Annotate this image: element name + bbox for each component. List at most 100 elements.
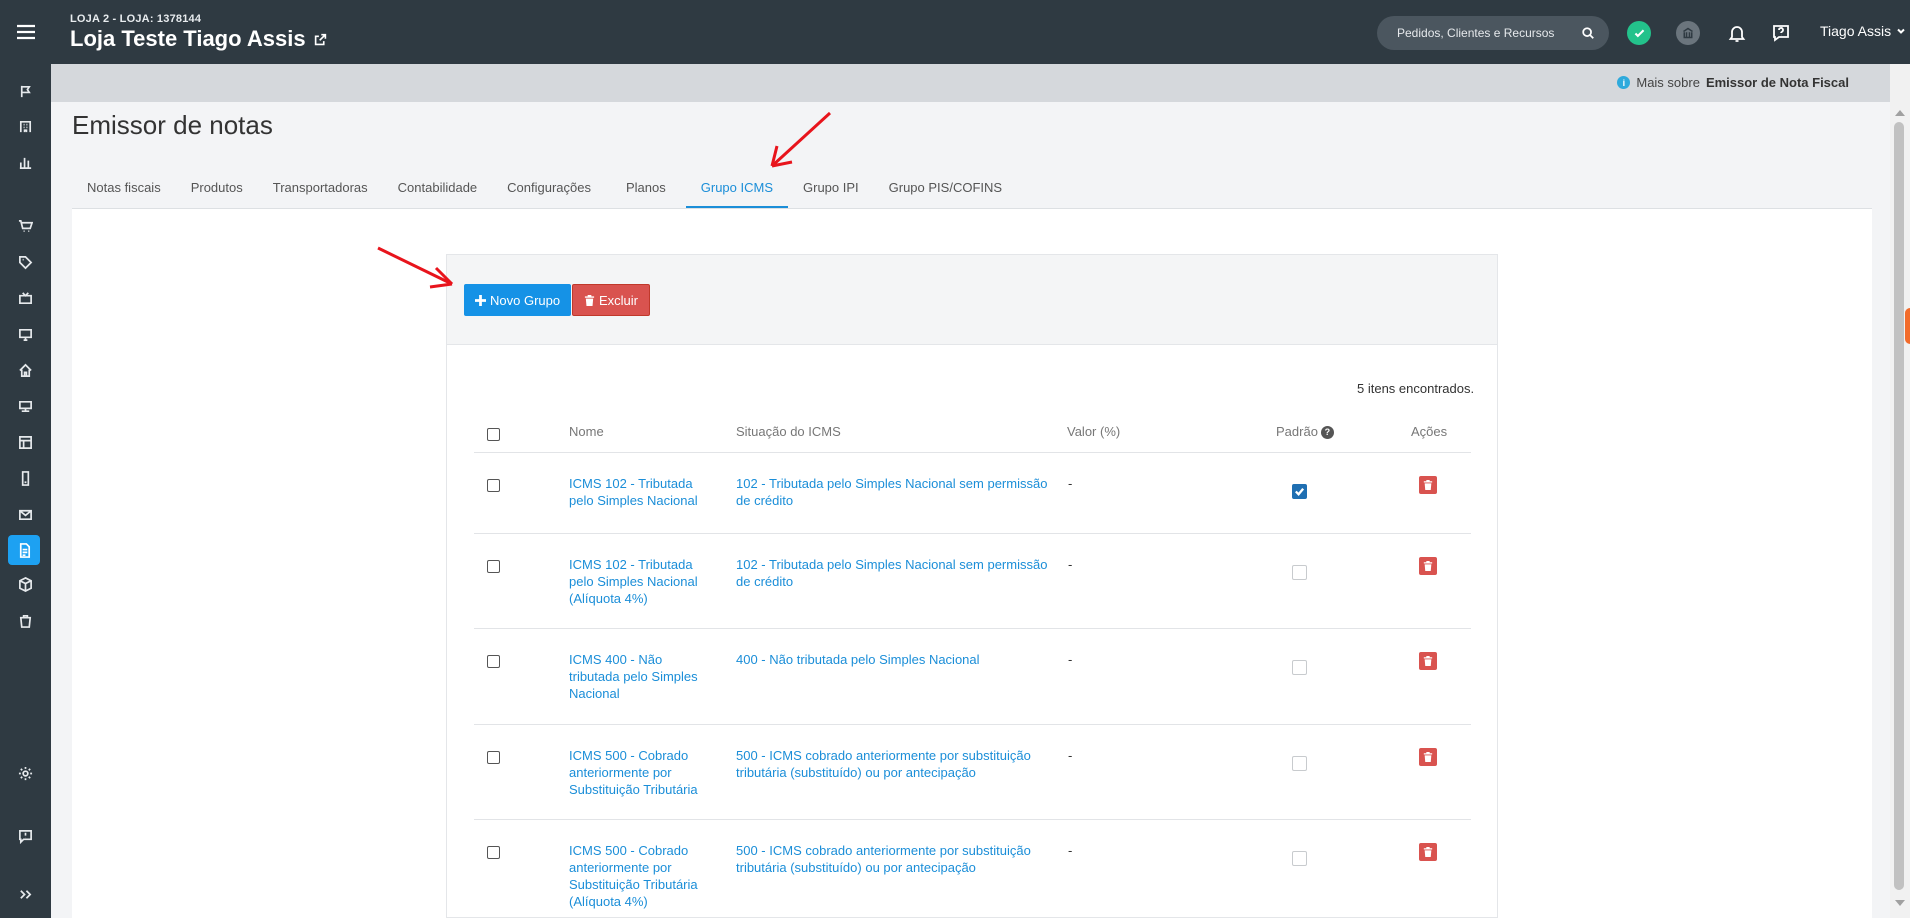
sidebar-item-store[interactable]	[12, 357, 38, 383]
default-checkbox[interactable]	[1292, 660, 1307, 675]
help-button[interactable]	[1769, 21, 1793, 45]
sidebar-item-invoices[interactable]	[8, 535, 40, 565]
row-checkbox[interactable]	[487, 846, 500, 859]
column-header-nome[interactable]: Nome	[569, 424, 604, 439]
delete-row-button[interactable]	[1419, 652, 1437, 670]
icms-situation-link[interactable]: 500 - ICMS cobrado anteriormente por sub…	[736, 842, 1056, 876]
delete-row-button[interactable]	[1419, 557, 1437, 575]
store-name[interactable]: Loja Teste Tiago Assis	[70, 26, 327, 52]
question-icon[interactable]: ?	[1320, 425, 1334, 439]
monitor-icon	[18, 328, 32, 341]
tag-icon	[18, 255, 32, 269]
sidebar-item-settings[interactable]	[12, 760, 38, 786]
mobile-icon	[21, 470, 29, 486]
group-name-link[interactable]: ICMS 500 - Cobrado anteriormente por Sub…	[569, 842, 704, 910]
table-row: ICMS 400 - Não tributada pelo Simples Na…	[474, 628, 1471, 724]
sidebar-item-pos[interactable]	[12, 321, 38, 347]
row-checkbox[interactable]	[487, 751, 500, 764]
row-checkbox[interactable]	[487, 479, 500, 492]
row-checkbox[interactable]	[487, 560, 500, 573]
group-name-link[interactable]: ICMS 102 - Tributada pelo Simples Nacion…	[569, 475, 704, 509]
delete-row-button[interactable]	[1419, 843, 1437, 861]
tab-planos[interactable]: Planos	[606, 172, 686, 208]
document-icon	[19, 542, 30, 558]
about-link[interactable]: i Mais sobre Emissor de Nota Fiscal	[1617, 75, 1849, 90]
tab-configuracoes[interactable]: Configurações	[492, 172, 606, 208]
default-checkbox[interactable]	[1292, 484, 1307, 499]
sidebar-expand-button[interactable]	[12, 881, 38, 907]
delete-button[interactable]: Excluir	[572, 284, 651, 316]
delete-row-button[interactable]	[1419, 748, 1437, 766]
tab-grupo-icms[interactable]: Grupo ICMS	[685, 172, 788, 208]
panel-toolbar: Novo Grupo Excluir	[447, 255, 1497, 345]
sidebar-item-shipping[interactable]	[12, 571, 38, 597]
chevron-down-icon	[1897, 28, 1905, 34]
delete-row-button[interactable]	[1419, 476, 1437, 494]
column-header-acoes: Ações	[1411, 424, 1448, 439]
new-group-button[interactable]: Novo Grupo	[464, 284, 572, 316]
store-name-label: Loja Teste Tiago Assis	[70, 26, 306, 51]
search-placeholder: Pedidos, Clientes e Recursos	[1397, 26, 1555, 40]
bank-button[interactable]	[1676, 21, 1700, 45]
icms-situation-link[interactable]: 102 - Tributada pelo Simples Nacional se…	[736, 475, 1056, 509]
flag-icon	[20, 85, 31, 97]
group-name-link[interactable]: ICMS 500 - Cobrado anteriormente por Sub…	[569, 747, 704, 798]
sidebar-item-marketplace[interactable]	[12, 607, 38, 633]
sidebar-item-start[interactable]	[12, 78, 38, 104]
help-icon	[1773, 25, 1789, 42]
sidebar-item-orders[interactable]	[12, 213, 38, 239]
row-checkbox[interactable]	[487, 655, 500, 668]
trash-icon	[1423, 847, 1433, 857]
chat-widget-edge[interactable]	[1905, 308, 1910, 344]
tab-grupo-pis-cofins[interactable]: Grupo PIS/COFINS	[874, 172, 1017, 208]
sidebar-item-mobile[interactable]	[12, 465, 38, 491]
search-icon	[1582, 27, 1594, 39]
tab-produtos[interactable]: Produtos	[176, 172, 258, 208]
box-icon	[18, 576, 32, 592]
group-name-link[interactable]: ICMS 102 - Tributada pelo Simples Nacion…	[569, 556, 704, 607]
search-input[interactable]: Pedidos, Clientes e Recursos	[1377, 16, 1609, 50]
scrollbar-thumb[interactable]	[1894, 122, 1904, 890]
building-icon	[19, 120, 31, 132]
trash-icon	[1423, 752, 1433, 762]
check-icon	[1634, 29, 1644, 37]
default-checkbox[interactable]	[1292, 565, 1307, 580]
default-checkbox[interactable]	[1292, 756, 1307, 771]
column-header-valor[interactable]: Valor (%)	[1067, 424, 1120, 439]
sidebar-item-reports[interactable]	[12, 149, 38, 175]
default-checkbox[interactable]	[1292, 851, 1307, 866]
table-row: ICMS 500 - Cobrado anteriormente por Sub…	[474, 724, 1471, 819]
tab-transportadoras[interactable]: Transportadoras	[258, 172, 383, 208]
top-header: LOJA 2 - LOJA: 1378144 Loja Teste Tiago …	[51, 0, 1910, 64]
tab-grupo-ipi[interactable]: Grupo IPI	[788, 172, 874, 208]
sidebar-item-channels[interactable]	[12, 285, 38, 311]
group-name-link[interactable]: ICMS 400 - Não tributada pelo Simples Na…	[569, 651, 704, 702]
sidebar-item-dashboard[interactable]	[12, 113, 38, 139]
about-link-label: Emissor de Nota Fiscal	[1705, 75, 1849, 90]
select-all-checkbox[interactable]	[487, 428, 500, 441]
icms-situation-link[interactable]: 500 - ICMS cobrado anteriormente por sub…	[736, 747, 1056, 781]
icms-situation-link[interactable]: 400 - Não tributada pelo Simples Naciona…	[736, 651, 1056, 668]
menu-toggle-button[interactable]	[0, 0, 51, 64]
scroll-down-arrow[interactable]	[1895, 900, 1905, 906]
sidebar-item-desktop[interactable]	[12, 393, 38, 419]
new-group-label: Novo Grupo	[490, 292, 561, 308]
icms-situation-link[interactable]: 102 - Tributada pelo Simples Nacional se…	[736, 556, 1056, 590]
check-icon	[1295, 488, 1305, 496]
tv-icon	[18, 291, 32, 304]
sidebar-item-email[interactable]	[12, 501, 38, 527]
tab-contabilidade[interactable]: Contabilidade	[383, 172, 493, 208]
sidebar-item-layout[interactable]	[12, 429, 38, 455]
tab-notas-fiscais[interactable]: Notas fiscais	[72, 172, 176, 208]
home-icon	[18, 363, 32, 377]
column-header-situacao[interactable]: Situação do ICMS	[736, 424, 841, 439]
table-row: ICMS 102 - Tributada pelo Simples Nacion…	[474, 533, 1471, 628]
user-menu[interactable]: Tiago Assis	[1820, 23, 1906, 39]
padrao-header-label: Padrão	[1276, 424, 1318, 439]
notifications-button[interactable]	[1725, 21, 1749, 45]
sidebar-item-products[interactable]	[12, 249, 38, 275]
status-ok-button[interactable]	[1627, 21, 1651, 45]
scroll-up-arrow[interactable]	[1895, 110, 1905, 116]
sidebar-item-feedback[interactable]	[12, 823, 38, 849]
column-header-padrao: Padrão?	[1276, 424, 1334, 439]
